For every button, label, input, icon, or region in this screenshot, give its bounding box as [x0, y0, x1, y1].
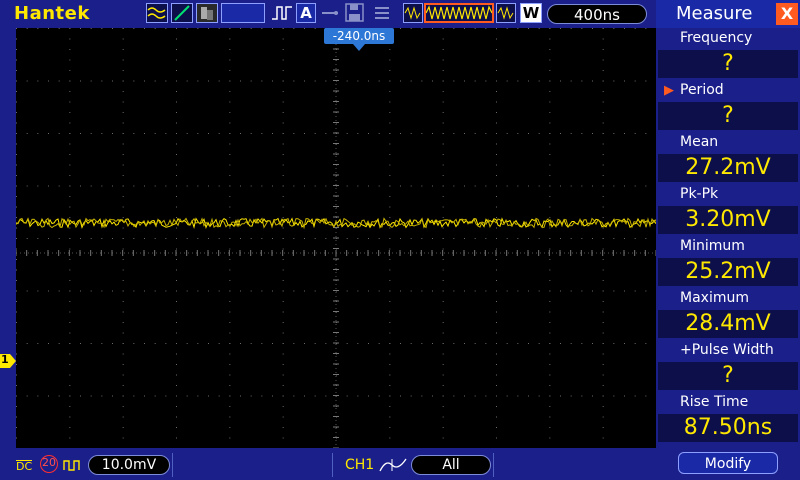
close-button[interactable]: X	[776, 3, 798, 25]
divider	[172, 453, 173, 477]
measure-label-mean[interactable]: Mean	[656, 134, 800, 150]
volts-div-readout[interactable]: 10.0mV	[88, 455, 170, 475]
divider	[332, 453, 333, 477]
measure-value-rise-time: 87.50ns	[658, 414, 798, 442]
auto-mode-icon[interactable]: A	[296, 3, 316, 23]
vector-mode-icon[interactable]	[171, 3, 193, 23]
graticule	[16, 28, 656, 448]
menu-lines-icon[interactable]	[372, 3, 392, 23]
measure-label-rise-time[interactable]: Rise Time	[656, 394, 800, 410]
trigger-position-marker	[353, 44, 365, 51]
measure-label-maximum[interactable]: Maximum	[656, 290, 800, 306]
top-toolbar: Hantek A W 400ns	[0, 0, 656, 28]
measure-panel-header: Measure X	[656, 0, 800, 28]
memory-left-icon	[403, 3, 423, 23]
memory-window-icon[interactable]	[424, 3, 494, 23]
measure-value-mean: 27.2mV	[658, 154, 798, 182]
persistence-icon[interactable]	[196, 3, 218, 23]
measure-value-frequency: ?	[658, 50, 798, 78]
window-mode-badge[interactable]: W	[520, 3, 542, 23]
save-disk-icon[interactable]	[344, 3, 366, 23]
trigger-edge-icon[interactable]	[270, 3, 294, 23]
measure-label-pkpk[interactable]: Pk-Pk	[656, 186, 800, 202]
horizontal-position-readout: -240.0ns	[324, 28, 394, 44]
divider	[493, 453, 494, 477]
status-bar: DC 20 10.0mV CH1 All	[0, 450, 656, 480]
measure-value-period: ?	[658, 102, 798, 130]
measure-value-maximum: 28.4mV	[658, 310, 798, 338]
trigger-mode-readout[interactable]: All	[411, 455, 491, 475]
modify-button[interactable]: Modify	[678, 452, 778, 474]
measure-label-period-text: Period	[680, 82, 724, 98]
measure-label-period[interactable]: ▶ Period	[656, 82, 800, 98]
selection-arrow-icon: ▶	[664, 83, 674, 98]
status-display	[221, 3, 265, 23]
measure-value-minimum: 25.2mV	[658, 258, 798, 286]
waveform-display[interactable]	[16, 28, 656, 448]
trigger-slope-icon[interactable]	[378, 455, 408, 479]
bandwidth-limit-icon[interactable]: 20	[40, 455, 58, 473]
measure-value-pulse-width: ?	[658, 362, 798, 390]
brand-logo: Hantek	[14, 3, 90, 24]
measure-panel-title: Measure	[676, 3, 753, 24]
measure-label-pulse-width[interactable]: +Pulse Width	[656, 342, 800, 358]
waveform-icon[interactable]	[146, 3, 168, 23]
channel1-ground-marker[interactable]: 1	[0, 353, 16, 368]
memory-right-icon	[496, 3, 516, 23]
timebase-readout[interactable]: 400ns	[547, 4, 647, 24]
channel1-marker-label: 1	[1, 353, 9, 366]
measure-value-pkpk: 3.20mV	[658, 206, 798, 234]
coupling-dc-label: DC	[16, 460, 33, 473]
usb-icon	[320, 3, 340, 23]
measure-label-frequency[interactable]: Frequency	[656, 30, 800, 46]
trigger-source-label: CH1	[345, 457, 375, 473]
probe-icon	[63, 457, 83, 476]
measure-label-minimum[interactable]: Minimum	[656, 238, 800, 254]
measure-panel: Measure X Frequency ? ▶ Period ? Mean 27…	[656, 0, 800, 480]
bandwidth-limit-label: 20	[42, 456, 56, 469]
